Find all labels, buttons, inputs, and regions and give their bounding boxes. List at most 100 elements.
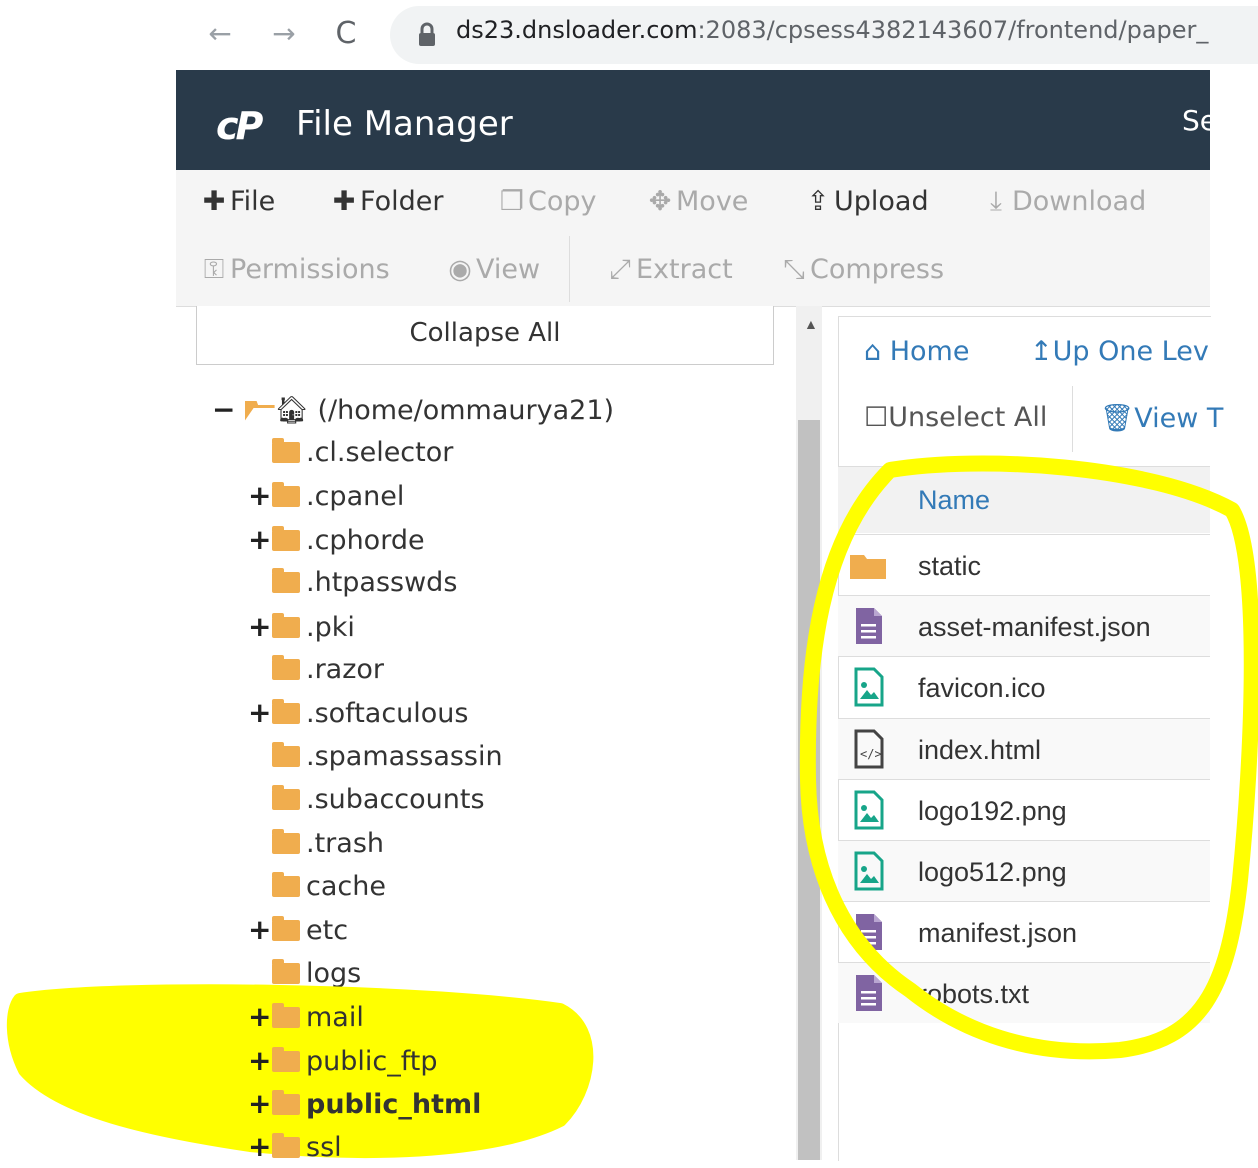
file-name: static (918, 551, 982, 581)
home-icon: ⌂ (864, 336, 890, 367)
scroll-up-arrow-icon[interactable]: ▲ (804, 316, 818, 332)
permissions-button[interactable]: ⚿ Permissions (198, 254, 390, 286)
expand-toggle-icon[interactable]: + (248, 1084, 272, 1124)
file-row[interactable]: asset-manifest.json (838, 595, 1210, 657)
tree-item[interactable]: .spamassassin (248, 737, 503, 777)
upload-label: Upload (834, 186, 929, 217)
folder-icon (272, 699, 300, 725)
folder-icon (272, 828, 300, 854)
reload-icon[interactable]: C (326, 14, 366, 54)
file-name: robots.txt (918, 979, 1030, 1010)
expand-toggle-icon[interactable]: + (248, 910, 272, 950)
tree-item-label: .trash (306, 827, 384, 859)
move-button[interactable]: ✥ Move (644, 186, 749, 217)
tree-item[interactable]: logs (248, 954, 361, 994)
cpanel-logo[interactable]: cP (216, 104, 263, 148)
image-file-icon (854, 667, 884, 707)
folder-icon (272, 958, 300, 984)
forward-icon[interactable]: → (264, 14, 304, 54)
file-row[interactable]: static (838, 534, 1210, 595)
expand-toggle-icon[interactable]: + (248, 607, 272, 647)
file-row[interactable]: logo192.png (838, 778, 1210, 840)
tree-item[interactable]: + .softaculous (248, 693, 469, 733)
file-row[interactable]: robots.txt (838, 962, 1210, 1024)
up-one-level-button[interactable]: ↥Up One Lev (1030, 336, 1209, 367)
new-file-label: File (230, 186, 276, 217)
file-name: asset-manifest.json (918, 612, 1151, 643)
tree-item[interactable]: .subaccounts (248, 780, 485, 820)
file-table-header: Name (838, 466, 1210, 533)
tree-item[interactable]: .htpasswds (248, 563, 457, 603)
download-button[interactable]: ⤓ Download (980, 186, 1146, 218)
folder-icon (850, 555, 886, 579)
image-file-icon (854, 790, 884, 830)
header-search-partial[interactable]: Se (1182, 104, 1217, 137)
tree-item[interactable]: + .cphorde (248, 520, 425, 560)
compress-button[interactable]: ⤡ Compress (778, 254, 944, 286)
extract-label: Extract (636, 254, 733, 285)
tree-item-label: .cl.selector (306, 437, 454, 468)
tree-item[interactable]: + etc (248, 910, 348, 950)
copy-button[interactable]: ❐ Copy (496, 186, 597, 217)
home-label: Home (889, 336, 970, 367)
tree-item[interactable]: + .pki (248, 607, 355, 647)
tree-item[interactable]: + public_html (248, 1084, 481, 1124)
expand-toggle-icon[interactable]: + (248, 476, 272, 516)
file-row[interactable]: logo512.png (838, 840, 1210, 901)
file-name: favicon.ico (918, 673, 1046, 704)
collapse-all-button[interactable]: Collapse All (196, 306, 774, 365)
tree-item-label: cache (306, 871, 386, 902)
tree-item[interactable]: + mail (248, 997, 364, 1037)
tree-item[interactable]: .trash (248, 824, 384, 864)
tree-item-label: .spamassassin (306, 740, 503, 772)
tree-item[interactable]: .cl.selector (248, 433, 453, 473)
collapse-toggle-icon[interactable]: − (212, 390, 236, 430)
folder-icon (272, 785, 300, 811)
extract-button[interactable]: ⤢ Extract (604, 254, 733, 286)
tree-item-label: .htpasswds (306, 567, 458, 599)
expand-toggle-icon[interactable]: + (248, 693, 272, 733)
file-row[interactable]: </> index.html (838, 717, 1210, 779)
tree-item[interactable]: .razor (248, 650, 384, 690)
compress-icon: ⤡ (783, 254, 805, 285)
expand-toggle-icon[interactable]: + (248, 520, 272, 560)
view-trash-button[interactable]: 🗑︎View T (1100, 402, 1223, 434)
back-icon[interactable]: ← (200, 14, 240, 54)
expand-toggle-icon[interactable]: + (248, 1127, 272, 1167)
tree-root[interactable]: − 🏠︎ (/home/ommaurya21) (212, 390, 614, 430)
tree-item-label: .pki (306, 611, 355, 643)
unselect-all-button[interactable]: ☐Unselect All (864, 402, 1047, 433)
tree-item-label: logs (306, 957, 362, 989)
tree-item[interactable]: + .cpanel (248, 476, 404, 516)
toolbar-divider (569, 236, 570, 302)
action-divider (1072, 386, 1073, 452)
new-file-button[interactable]: ✚ File (198, 186, 276, 217)
folder-icon (272, 568, 300, 594)
lock-icon (419, 22, 435, 46)
scrollbar-thumb[interactable] (798, 420, 820, 1160)
url-host: ds23.dnsloader.com (456, 16, 698, 44)
file-row[interactable]: favicon.ico (838, 656, 1210, 717)
expand-toggle-icon[interactable]: + (248, 997, 272, 1037)
folder-icon (272, 1133, 300, 1159)
tree-item-label: mail (306, 1002, 364, 1034)
url-text[interactable]: ds23.dnsloader.com:2083/cpsess4382143607… (456, 16, 1208, 44)
key-icon: ⚿ (203, 254, 225, 285)
folder-icon (272, 438, 300, 463)
tree-item[interactable]: cache (248, 867, 386, 907)
upload-button[interactable]: ⇪ Upload (802, 186, 929, 217)
expand-icon: ⤢ (609, 254, 631, 285)
file-name: index.html (918, 734, 1042, 765)
tree-item[interactable]: + ssl (248, 1127, 342, 1167)
expand-toggle-icon[interactable]: + (248, 1041, 272, 1081)
home-button[interactable]: ⌂ Home (864, 336, 969, 367)
plus-icon: ✚ (332, 186, 356, 217)
name-column-header[interactable]: Name (918, 485, 990, 516)
file-row[interactable]: manifest.json (838, 901, 1210, 962)
tree-item[interactable]: + public_ftp (248, 1041, 438, 1081)
up-one-level-label: Up One Lev (1052, 336, 1209, 367)
tree-item-label: etc (306, 915, 349, 947)
view-button[interactable]: ◉ View (444, 254, 540, 285)
new-folder-button[interactable]: ✚ Folder (328, 186, 444, 217)
tree-item-label: ssl (306, 1132, 342, 1164)
